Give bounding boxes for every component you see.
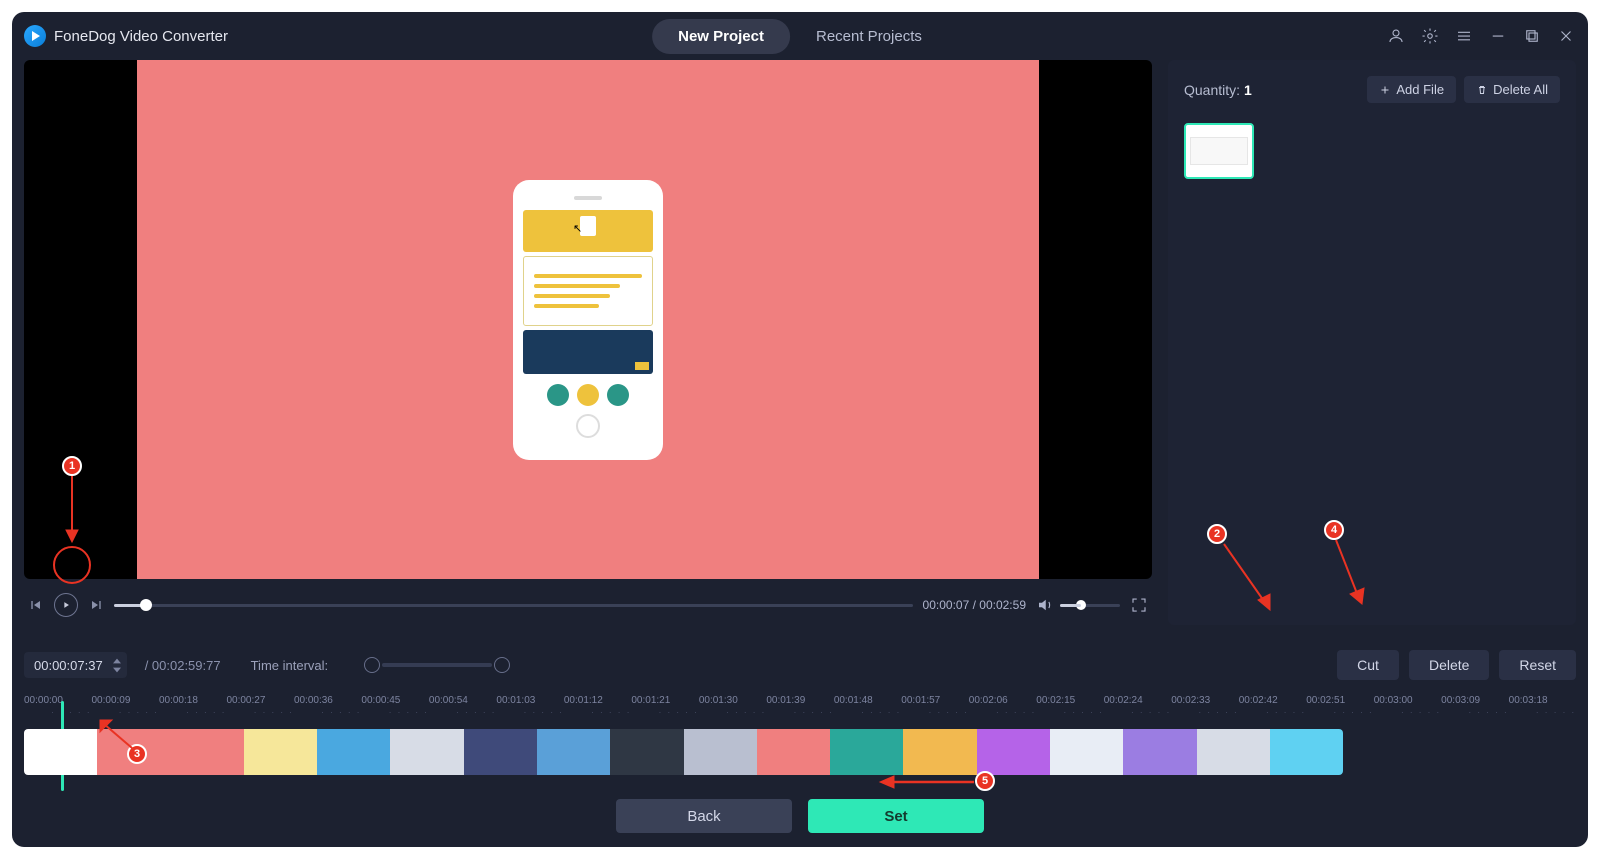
video-preview: ↖ (24, 60, 1152, 579)
ruler-tick: 00:01:48 (834, 695, 901, 706)
reset-button[interactable]: Reset (1499, 650, 1576, 680)
timeline-clip-frame[interactable] (390, 729, 463, 775)
ruler-tick: 00:00:54 (429, 695, 496, 706)
ruler-tick: 00:01:30 (699, 695, 766, 706)
ruler-tick: 00:02:24 (1104, 695, 1171, 706)
tab-recent-projects[interactable]: Recent Projects (790, 19, 948, 54)
next-frame-icon[interactable] (88, 597, 104, 613)
ruler-tick: 00:00:36 (294, 695, 361, 706)
add-file-button[interactable]: Add File (1367, 76, 1456, 103)
project-tabs: New Project Recent Projects (652, 19, 948, 54)
timeline-clip-frame[interactable] (1050, 729, 1123, 775)
ruler-tick: 00:01:21 (631, 695, 698, 706)
ruler-tick: 00:00:09 (91, 695, 158, 706)
set-button[interactable]: Set (808, 799, 984, 833)
player-controls: 00:00:07 / 00:02:59 (24, 585, 1152, 625)
minimize-icon[interactable] (1488, 26, 1508, 46)
ruler-tick: 00:03:00 (1374, 695, 1441, 706)
timeline-clip-frame[interactable] (1197, 729, 1270, 775)
account-icon[interactable] (1386, 26, 1406, 46)
time-position-input[interactable]: 00:00:07:37 (24, 652, 127, 678)
timeline-clip-frame[interactable] (317, 729, 390, 775)
ruler-tick: 00:02:51 (1306, 695, 1373, 706)
delete-button[interactable]: Delete (1409, 650, 1489, 680)
ruler-tick: 00:02:15 (1036, 695, 1103, 706)
ruler-tick: 00:00:18 (159, 695, 226, 706)
ruler-tick: 00:01:03 (496, 695, 563, 706)
timeline-clip-frame[interactable] (977, 729, 1050, 775)
ruler-tick: 00:03:09 (1441, 695, 1508, 706)
timeline-clip-frame[interactable] (537, 729, 610, 775)
play-button[interactable] (54, 593, 78, 617)
app-logo-icon (24, 25, 46, 47)
quantity-label: Quantity: (1184, 82, 1240, 98)
duration-label: / 00:02:59:77 (145, 658, 221, 673)
back-button[interactable]: Back (616, 799, 792, 833)
time-interval-label: Time interval: (251, 658, 329, 673)
timeline-clip-frame[interactable] (757, 729, 830, 775)
timeline-clip-frame[interactable] (1123, 729, 1196, 775)
time-display: 00:00:07 / 00:02:59 (923, 598, 1026, 612)
timeline-clip-frame[interactable] (1270, 729, 1343, 775)
ruler-tick: 00:02:42 (1239, 695, 1306, 706)
fullscreen-icon[interactable] (1130, 596, 1148, 614)
seek-bar[interactable] (114, 604, 913, 607)
ruler-tick: 00:00:45 (361, 695, 428, 706)
timeline-clip-frame[interactable] (610, 729, 683, 775)
timeline-clip-frame[interactable] (244, 729, 317, 775)
ruler-tick: 00:01:12 (564, 695, 631, 706)
timeline-clip-frame[interactable] (97, 729, 170, 775)
quantity-value: 1 (1244, 82, 1252, 98)
ruler-tick: 00:01:57 (901, 695, 968, 706)
settings-icon[interactable] (1420, 26, 1440, 46)
menu-icon[interactable] (1454, 26, 1474, 46)
cut-button[interactable]: Cut (1337, 650, 1399, 680)
clip-thumbnail[interactable] (1184, 123, 1254, 179)
ruler-tick: 00:02:06 (969, 695, 1036, 706)
time-step-down[interactable] (109, 665, 125, 674)
app-title: FoneDog Video Converter (54, 28, 228, 45)
time-interval-zoom[interactable] (382, 663, 492, 667)
timeline-clip-frame[interactable] (903, 729, 976, 775)
ruler-tick: 00:01:39 (766, 695, 833, 706)
ruler-tick: 00:00:27 (226, 695, 293, 706)
ruler-tick: 00:03:18 (1509, 695, 1576, 706)
timeline-ruler: 00:00:0000:00:0900:00:1800:00:2700:00:36… (24, 695, 1576, 719)
timeline-clip-frame[interactable] (171, 729, 244, 775)
time-step-up[interactable] (109, 656, 125, 665)
ruler-tick: 00:02:33 (1171, 695, 1238, 706)
volume-control[interactable] (1036, 596, 1120, 614)
close-icon[interactable] (1556, 26, 1576, 46)
tab-new-project[interactable]: New Project (652, 19, 790, 54)
timeline-clip-frame[interactable] (24, 729, 97, 775)
preview-frame-phone-graphic: ↖ (513, 180, 663, 460)
maximize-icon[interactable] (1522, 26, 1542, 46)
ruler-tick: 00:00:00 (24, 695, 91, 706)
timeline-clip-frame[interactable] (830, 729, 903, 775)
timeline-track[interactable] (24, 729, 1343, 775)
prev-frame-icon[interactable] (28, 597, 44, 613)
delete-all-button[interactable]: Delete All (1464, 76, 1560, 103)
timeline-clip-frame[interactable] (464, 729, 537, 775)
timeline-clip-frame[interactable] (684, 729, 757, 775)
